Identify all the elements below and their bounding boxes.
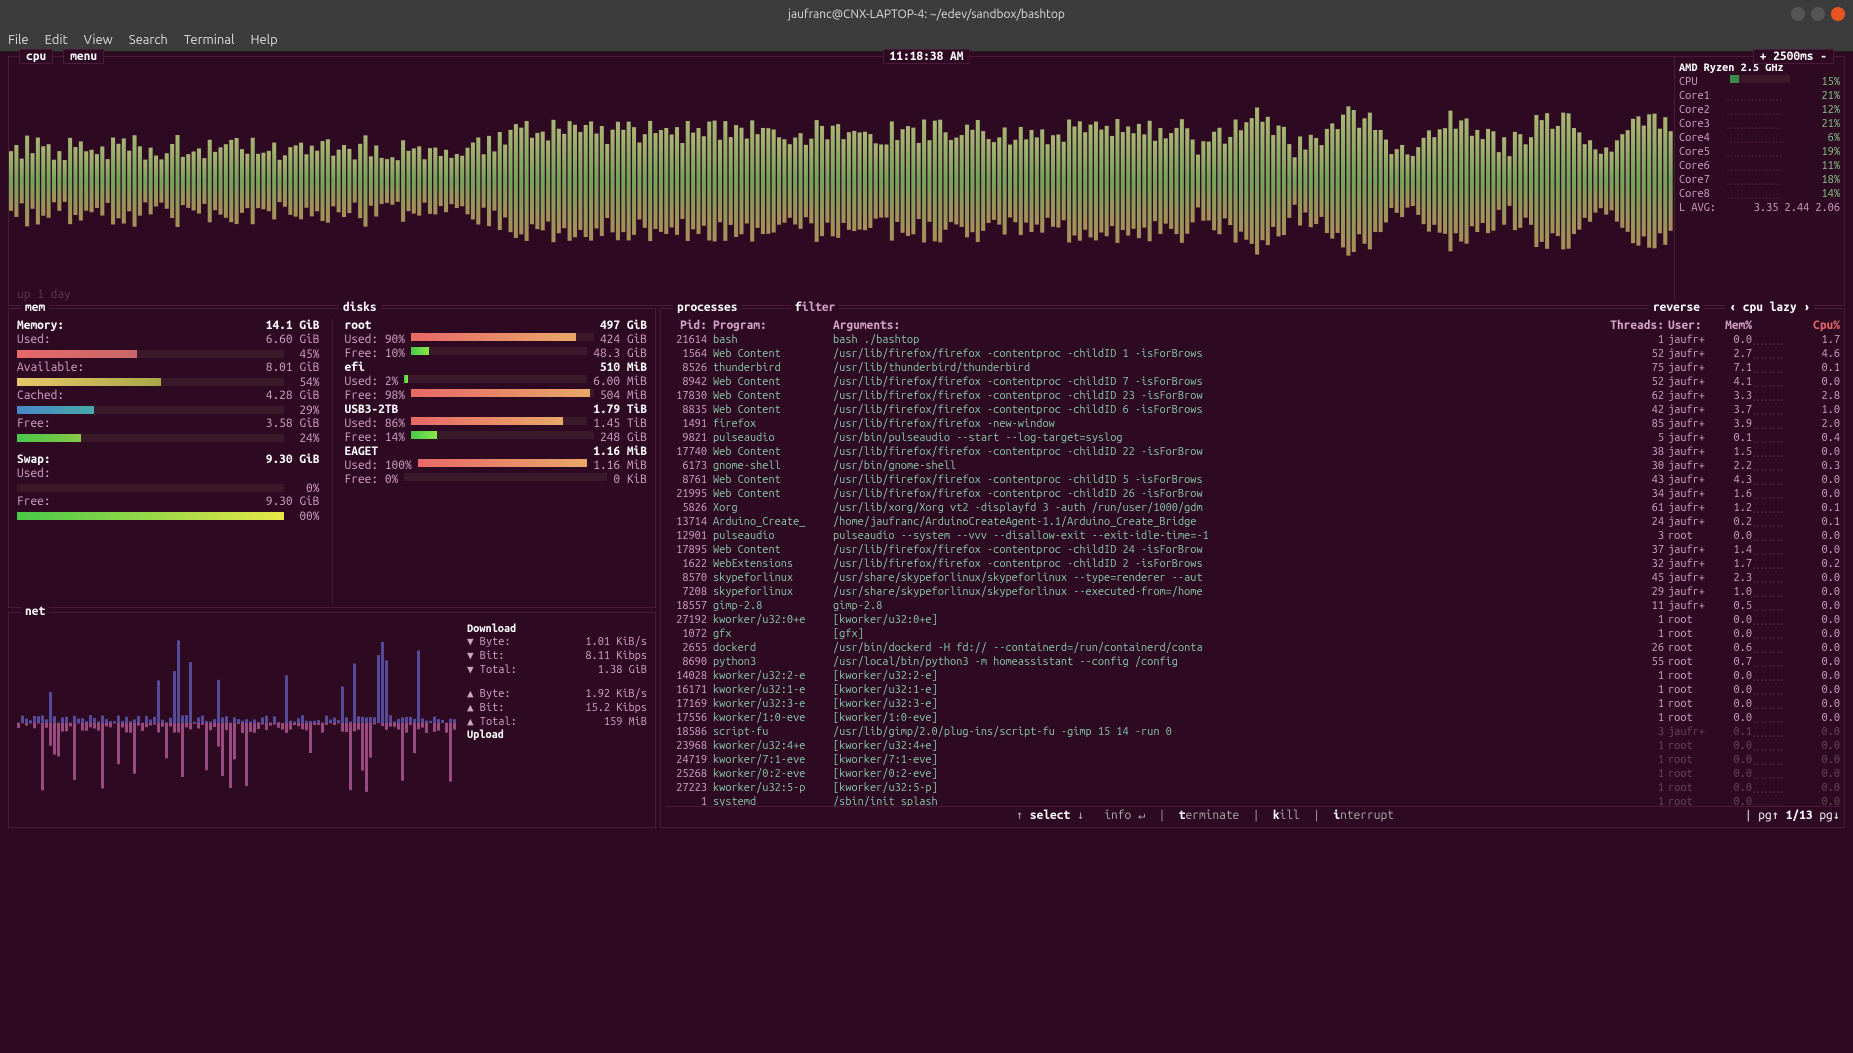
table-row[interactable]: 8761Web Content/usr/lib/firefox/firefox … — [665, 473, 1840, 487]
table-row[interactable]: 2655dockerd/usr/bin/dockerd -H fd:// --c… — [665, 641, 1840, 655]
table-row[interactable]: 25268kworker/0:2-eve[kworker/0:2-eve]1ro… — [665, 767, 1840, 781]
proc-title: processes — [673, 301, 741, 314]
cpu-core-row: Core4⣀⣀⣀⣀⣀⣀⣀⣀6% — [1679, 131, 1840, 145]
net-stats: Download ▼ Byte:1.01 KiB/s ▼ Bit:8.11 Ki… — [467, 623, 647, 823]
table-row[interactable]: 17830Web Content/usr/lib/firefox/firefox… — [665, 389, 1840, 403]
table-row[interactable]: 9821pulseaudio/usr/bin/pulseaudio --star… — [665, 431, 1840, 445]
cpu-core-row: Core3⣀⣀⣀⣀⣀⣀⣀⣀21% — [1679, 117, 1840, 131]
filter-label[interactable]: filter — [791, 301, 839, 314]
cpu-core-row: Core8⣀⣀⣀⣀⣀⣀⣀⣀14% — [1679, 187, 1840, 201]
table-row[interactable]: 17895Web Content/usr/lib/firefox/firefox… — [665, 543, 1840, 557]
cpu-panel: cpu menu 11:18:38 AM + 2500ms - AMD Ryze… — [8, 56, 1845, 306]
mem-title: mem — [21, 301, 49, 314]
table-row[interactable]: 7208skypeforlinux/usr/share/skypeforlinu… — [665, 585, 1840, 599]
table-row[interactable]: 27192kworker/u32:0+e[kworker/u32:0+e]1ro… — [665, 613, 1840, 627]
window-titlebar: jaufranc@CNX-LAPTOP-4: ~/edev/sandbox/ba… — [0, 0, 1853, 28]
uptime: up 1 day — [17, 288, 71, 301]
cpu-core-row: Core7⣀⣀⣀⣀⣀⣀⣀⣀18% — [1679, 173, 1840, 187]
update-interval[interactable]: + 2500ms - — [1753, 49, 1834, 64]
cpu-core-row: Core2⣀⣀⣀⣀⣀⣀⣀⣀12% — [1679, 103, 1840, 117]
table-row[interactable]: 1systemd/sbin/init splash1root0.0⣀⣀⣀⣀0.0 — [665, 795, 1840, 806]
sort-label[interactable]: ‹ cpu lazy › — [1725, 301, 1814, 314]
proc-header: Pid: Program: Arguments: Threads: User: … — [665, 319, 1840, 333]
table-row[interactable]: 1564Web Content/usr/lib/firefox/firefox … — [665, 347, 1840, 361]
window-title: jaufranc@CNX-LAPTOP-4: ~/edev/sandbox/ba… — [788, 8, 1065, 21]
proc-body[interactable]: 21614bashbash ./bashtop1jaufr+0.0⣀⣀⣀⣀1.7… — [665, 333, 1840, 806]
menu-search[interactable]: Search — [129, 33, 168, 47]
table-row[interactable]: 17556kworker/1:0-eve[kworker/1:0-eve]1ro… — [665, 711, 1840, 725]
table-row[interactable]: 21614bashbash ./bashtop1jaufr+0.0⣀⣀⣀⣀1.7 — [665, 333, 1840, 347]
close-icon[interactable] — [1831, 7, 1845, 21]
cpu-core-row: Core6⣀⣀⣀⣀⣀⣀⣀⣀11% — [1679, 159, 1840, 173]
table-row[interactable]: 17740Web Content/usr/lib/firefox/firefox… — [665, 445, 1840, 459]
cpu-graph — [9, 57, 1674, 305]
table-row[interactable]: 23968kworker/u32:4+e[kworker/u32:4+e]1ro… — [665, 739, 1840, 753]
table-row[interactable]: 18557gimp-2.8gimp-2.811jaufr+0.5⣀⣀⣀⣀0.0 — [665, 599, 1840, 613]
table-row[interactable]: 8526thunderbird/usr/lib/thunderbird/thun… — [665, 361, 1840, 375]
net-graph — [17, 623, 467, 823]
mem-panel: mem disks Memory:14.1 GiB Used:6.60 GiB … — [8, 308, 656, 608]
net-title: net — [21, 605, 49, 618]
menu-edit[interactable]: Edit — [45, 33, 68, 47]
table-row[interactable]: 12901pulseaudiopulseaudio --system --vvv… — [665, 529, 1840, 543]
proc-panel: processes filter reverse ‹ cpu lazy › Pi… — [660, 308, 1845, 828]
disks-title: disks — [339, 301, 381, 314]
table-row[interactable]: 16171kworker/u32:1-e[kworker/u32:1-e]1ro… — [665, 683, 1840, 697]
memory-column: Memory:14.1 GiB Used:6.60 GiB 45% Availa… — [17, 319, 320, 603]
table-row[interactable]: 8690python3/usr/local/bin/python3 -m hom… — [665, 655, 1840, 669]
menu-terminal[interactable]: Terminal — [184, 33, 235, 47]
table-row[interactable]: 5826Xorg/usr/lib/xorg/Xorg vt2 -displayf… — [665, 501, 1840, 515]
menu-help[interactable]: Help — [250, 33, 277, 47]
table-row[interactable]: 14028kworker/u32:2-e[kworker/u32:2-e]1ro… — [665, 669, 1840, 683]
table-row[interactable]: 17169kworker/u32:3-e[kworker/u32:3-e]1ro… — [665, 697, 1840, 711]
table-row[interactable]: 1622WebExtensions/usr/lib/firefox/firefo… — [665, 557, 1840, 571]
table-row[interactable]: 1491firefox/usr/lib/firefox/firefox -new… — [665, 417, 1840, 431]
table-row[interactable]: 27223kworker/u32:5-p[kworker/u32:5-p]1ro… — [665, 781, 1840, 795]
cpu-core-row: Core5⣀⣀⣀⣀⣀⣀⣀⣀19% — [1679, 145, 1840, 159]
table-row[interactable]: 18586script-fu/usr/lib/gimp/2.0/plug-ins… — [665, 725, 1840, 739]
menu-file[interactable]: File — [8, 33, 29, 47]
table-row[interactable]: 8942Web Content/usr/lib/firefox/firefox … — [665, 375, 1840, 389]
table-row[interactable]: 24719kworker/7:1-eve[kworker/7:1-eve]1ro… — [665, 753, 1840, 767]
table-row[interactable]: 8835Web Content/usr/lib/firefox/firefox … — [665, 403, 1840, 417]
maximize-icon[interactable] — [1811, 7, 1825, 21]
table-row[interactable]: 1072gfx[gfx]1root0.0⣀⣀⣀⣀0.0 — [665, 627, 1840, 641]
disks-column: root497 GiB Used: 90%424 GiB Free: 10%48… — [332, 319, 648, 603]
table-row[interactable]: 8570skypeforlinux/usr/share/skypeforlinu… — [665, 571, 1840, 585]
table-row[interactable]: 21995Web Content/usr/lib/firefox/firefox… — [665, 487, 1840, 501]
cpu-stats: AMD Ryzen 2.5 GHz CPU15% Core1⣀⣀⣀⣀⣀⣀⣀⣀21… — [1674, 57, 1844, 305]
net-panel: net Download ▼ Byte:1.01 KiB/s ▼ Bit:8.1… — [8, 612, 656, 828]
cpu-core-row: Core1⣀⣀⣀⣀⣀⣀⣀⣀21% — [1679, 89, 1840, 103]
reverse-label[interactable]: reverse — [1649, 301, 1704, 314]
table-row[interactable]: 13714Arduino_Create_/home/jaufranc/Ardui… — [665, 515, 1840, 529]
table-row[interactable]: 6173gnome-shell/usr/bin/gnome-shell30jau… — [665, 459, 1840, 473]
proc-footer: ↑ select ↓ info ↵ | terminate | kill | i… — [665, 806, 1840, 823]
minimize-icon[interactable] — [1791, 7, 1805, 21]
menu-view[interactable]: View — [84, 33, 113, 47]
